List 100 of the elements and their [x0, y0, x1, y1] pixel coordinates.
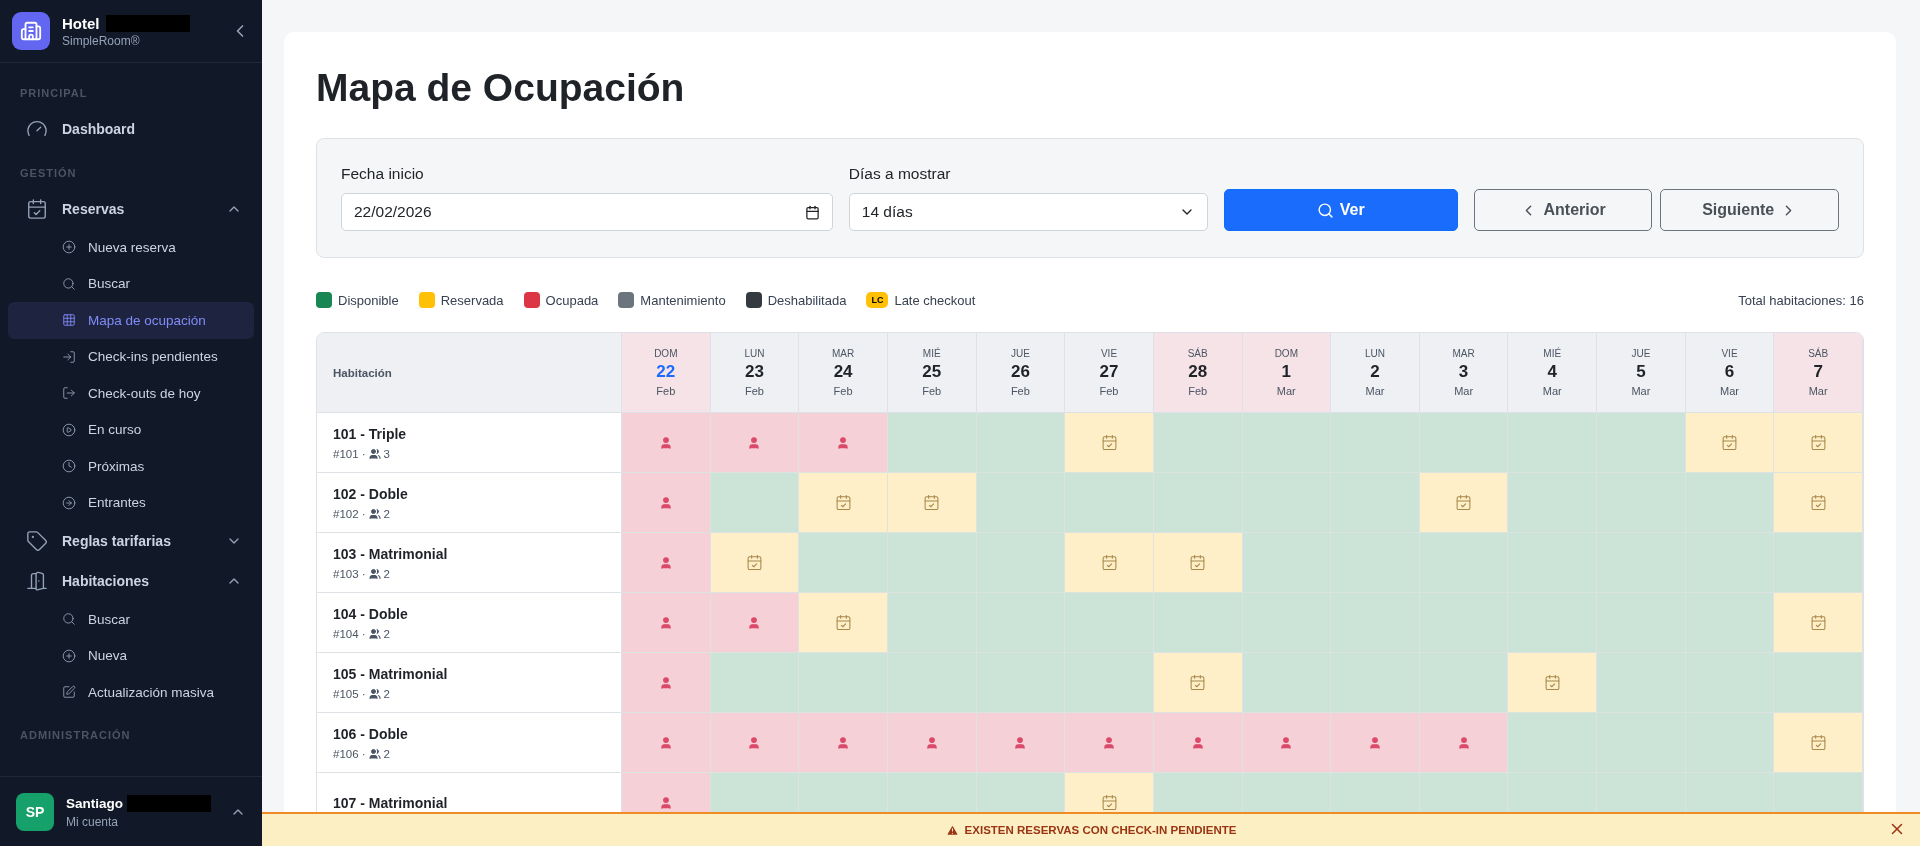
day-cell[interactable] — [1331, 653, 1420, 713]
day-cell[interactable] — [1774, 713, 1863, 773]
day-cell[interactable] — [1685, 593, 1775, 653]
day-cell[interactable] — [1685, 413, 1775, 473]
day-cell[interactable] — [710, 653, 800, 713]
day-cell[interactable] — [1419, 593, 1509, 653]
nav-subitem[interactable]: Check-ins pendientes — [8, 338, 254, 375]
day-cell[interactable] — [799, 413, 888, 473]
day-cell[interactable] — [1597, 593, 1686, 653]
day-cell[interactable] — [976, 593, 1066, 653]
day-cell[interactable] — [1065, 413, 1154, 473]
nav-item[interactable]: Reservas — [8, 189, 254, 229]
days-select[interactable]: 14 días — [848, 193, 1208, 231]
day-cell[interactable] — [710, 413, 800, 473]
day-cell[interactable] — [1153, 593, 1243, 653]
nav-subitem[interactable]: Buscar — [8, 601, 254, 638]
day-cell[interactable] — [1685, 653, 1775, 713]
day-cell[interactable] — [1774, 413, 1863, 473]
day-cell[interactable] — [1419, 653, 1509, 713]
day-cell[interactable] — [887, 533, 977, 593]
day-cell[interactable] — [1242, 713, 1332, 773]
day-cell[interactable] — [1153, 473, 1243, 533]
day-cell[interactable] — [1153, 713, 1243, 773]
day-cell[interactable] — [1774, 473, 1863, 533]
day-cell[interactable] — [799, 473, 888, 533]
day-cell[interactable] — [1419, 473, 1509, 533]
nav-subitem[interactable]: Actualización masiva — [8, 674, 254, 711]
day-cell[interactable] — [1597, 473, 1686, 533]
nav-item[interactable]: Reglas tarifarias — [8, 521, 254, 561]
day-cell[interactable] — [710, 713, 800, 773]
day-cell[interactable] — [1685, 533, 1775, 593]
day-cell[interactable] — [976, 713, 1066, 773]
day-cell[interactable] — [622, 533, 711, 593]
view-button[interactable]: Ver — [1223, 189, 1458, 231]
day-cell[interactable] — [799, 533, 888, 593]
day-cell[interactable] — [1065, 713, 1154, 773]
day-cell[interactable] — [1508, 593, 1598, 653]
day-cell[interactable] — [1508, 713, 1598, 773]
nav-subitem[interactable]: Check-outs de hoy — [8, 375, 254, 412]
day-cell[interactable] — [622, 713, 711, 773]
day-cell[interactable] — [710, 473, 800, 533]
day-cell[interactable] — [1419, 533, 1509, 593]
nav-subitem[interactable]: Mapa de ocupación — [8, 302, 254, 339]
day-cell[interactable] — [1331, 473, 1420, 533]
day-cell[interactable] — [1508, 653, 1598, 713]
day-cell[interactable] — [976, 473, 1066, 533]
day-cell[interactable] — [622, 653, 711, 713]
day-cell[interactable] — [1242, 593, 1332, 653]
date-field[interactable]: 22/02/2026 — [341, 193, 833, 231]
next-button[interactable]: Siguiente — [1660, 189, 1839, 231]
day-cell[interactable] — [1774, 653, 1863, 713]
day-cell[interactable] — [622, 593, 711, 653]
day-cell[interactable] — [1065, 473, 1154, 533]
day-cell[interactable] — [1065, 653, 1154, 713]
day-cell[interactable] — [1685, 713, 1775, 773]
nav-subitem[interactable]: Buscar — [8, 265, 254, 302]
day-cell[interactable] — [887, 593, 977, 653]
day-cell[interactable] — [1597, 713, 1686, 773]
nav-subitem[interactable]: Nueva reserva — [8, 229, 254, 266]
day-cell[interactable] — [1597, 413, 1686, 473]
nav-subitem[interactable]: Entrantes — [8, 484, 254, 521]
day-cell[interactable] — [1774, 533, 1863, 593]
day-cell[interactable] — [1153, 653, 1243, 713]
previous-button[interactable]: Anterior — [1473, 189, 1653, 231]
nav-item[interactable]: Dashboard — [8, 109, 254, 149]
day-cell[interactable] — [887, 653, 977, 713]
day-cell[interactable] — [1065, 593, 1154, 653]
day-cell[interactable] — [622, 473, 711, 533]
day-cell[interactable] — [1331, 413, 1420, 473]
nav-subitem[interactable]: Nueva — [8, 637, 254, 674]
day-cell[interactable] — [1331, 713, 1420, 773]
day-cell[interactable] — [1774, 593, 1863, 653]
day-cell[interactable] — [1597, 653, 1686, 713]
nav-subitem[interactable]: En curso — [8, 411, 254, 448]
day-cell[interactable] — [710, 593, 800, 653]
day-cell[interactable] — [887, 713, 977, 773]
day-cell[interactable] — [1242, 413, 1332, 473]
day-cell[interactable] — [1242, 533, 1332, 593]
day-cell[interactable] — [887, 413, 977, 473]
day-cell[interactable] — [1331, 533, 1420, 593]
day-cell[interactable] — [1685, 473, 1775, 533]
day-cell[interactable] — [976, 413, 1066, 473]
day-cell[interactable] — [976, 533, 1066, 593]
day-cell[interactable] — [799, 593, 888, 653]
day-cell[interactable] — [799, 653, 888, 713]
day-cell[interactable] — [1153, 533, 1243, 593]
day-cell[interactable] — [1508, 533, 1598, 593]
nav-item[interactable]: Habitaciones — [8, 561, 254, 601]
day-cell[interactable] — [1419, 713, 1509, 773]
day-cell[interactable] — [1242, 473, 1332, 533]
day-cell[interactable] — [1242, 653, 1332, 713]
day-cell[interactable] — [1508, 473, 1598, 533]
day-cell[interactable] — [622, 413, 711, 473]
day-cell[interactable] — [1065, 533, 1154, 593]
day-cell[interactable] — [976, 653, 1066, 713]
day-cell[interactable] — [1419, 413, 1509, 473]
day-cell[interactable] — [1153, 413, 1243, 473]
day-cell[interactable] — [710, 533, 800, 593]
day-cell[interactable] — [887, 473, 977, 533]
day-cell[interactable] — [799, 713, 888, 773]
